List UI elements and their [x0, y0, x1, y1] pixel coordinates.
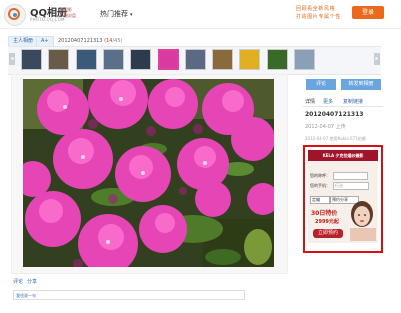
- more-link[interactable]: 更多: [323, 98, 333, 105]
- qq-album-logo[interactable]: [4, 4, 26, 26]
- ad-model-photo: [344, 198, 376, 241]
- photo-thumbnail[interactable]: [157, 49, 179, 70]
- photo-total: /45): [112, 38, 123, 44]
- comment-button[interactable]: 评论: [306, 79, 336, 90]
- ad-name-label: 您的称呼：: [310, 173, 330, 178]
- upload-time: 2012-04-07 上传: [305, 124, 346, 130]
- ad-brand-header[interactable]: KELA 夕克拉婚纱摄影: [308, 150, 378, 161]
- hot-recommend-label: 热门推荐: [100, 10, 128, 18]
- caret-down-icon: ▾: [130, 12, 133, 18]
- photo-thumbnail[interactable]: [266, 49, 288, 70]
- bottom-comment-tab[interactable]: 评论: [13, 278, 23, 285]
- promo-line-2[interactable]: 打造图片专属个性: [296, 13, 341, 20]
- photo-thumbnail[interactable]: [21, 49, 42, 70]
- ad-phone-input[interactable]: 行业: [333, 182, 369, 190]
- photo-thumbnail[interactable]: [75, 49, 97, 70]
- bottom-share-tab[interactable]: 分享: [27, 278, 37, 285]
- ad-name-input[interactable]: [333, 172, 368, 180]
- ad-phone-label: 您的手机：: [310, 183, 330, 188]
- photo-thumbnail[interactable]: [239, 49, 261, 70]
- photo-thumbnail[interactable]: [130, 49, 152, 70]
- main-photo[interactable]: [23, 79, 274, 267]
- camera-info: 2012-04-07 使用Nokia E71拍摄: [305, 136, 366, 141]
- strip-prev-arrow-icon[interactable]: ◂: [9, 53, 15, 65]
- photo-thumbnail[interactable]: [184, 49, 206, 70]
- ad-offer-price: 2999元起: [315, 219, 339, 225]
- actions-divider: [303, 106, 383, 107]
- login-button[interactable]: 登录: [352, 6, 384, 19]
- photo-title: 20120407121313: [305, 111, 364, 118]
- copy-link[interactable]: 复制链接: [343, 98, 363, 105]
- azalea-photo-image: [23, 79, 274, 267]
- comment-input[interactable]: 我也说一句: [13, 290, 245, 300]
- photo-thumbnail[interactable]: [294, 49, 315, 70]
- slogan-line-2: 一键封盘: [60, 13, 76, 18]
- share-to-album-button[interactable]: 转发到相册: [341, 79, 381, 90]
- photo-thumbnail[interactable]: [102, 49, 124, 70]
- photo-thumbnail[interactable]: [212, 49, 234, 70]
- ad-select-1[interactable]: 定编: [310, 196, 330, 204]
- detail-link[interactable]: 详情: [305, 98, 315, 105]
- promo-line-1[interactable]: 回顾看全新风格: [296, 5, 335, 12]
- current-photo-name: 20120407121313: [58, 38, 103, 44]
- ad-book-button[interactable]: 立即预约: [313, 229, 343, 238]
- hot-recommend-menu[interactable]: 热门推荐 ▾: [100, 9, 133, 19]
- header-divider: [0, 28, 401, 29]
- strip-next-arrow-icon[interactable]: ▸: [374, 53, 380, 65]
- ad-offer-headline: 30日特价: [311, 210, 338, 217]
- photo-thumbnail[interactable]: [48, 49, 70, 70]
